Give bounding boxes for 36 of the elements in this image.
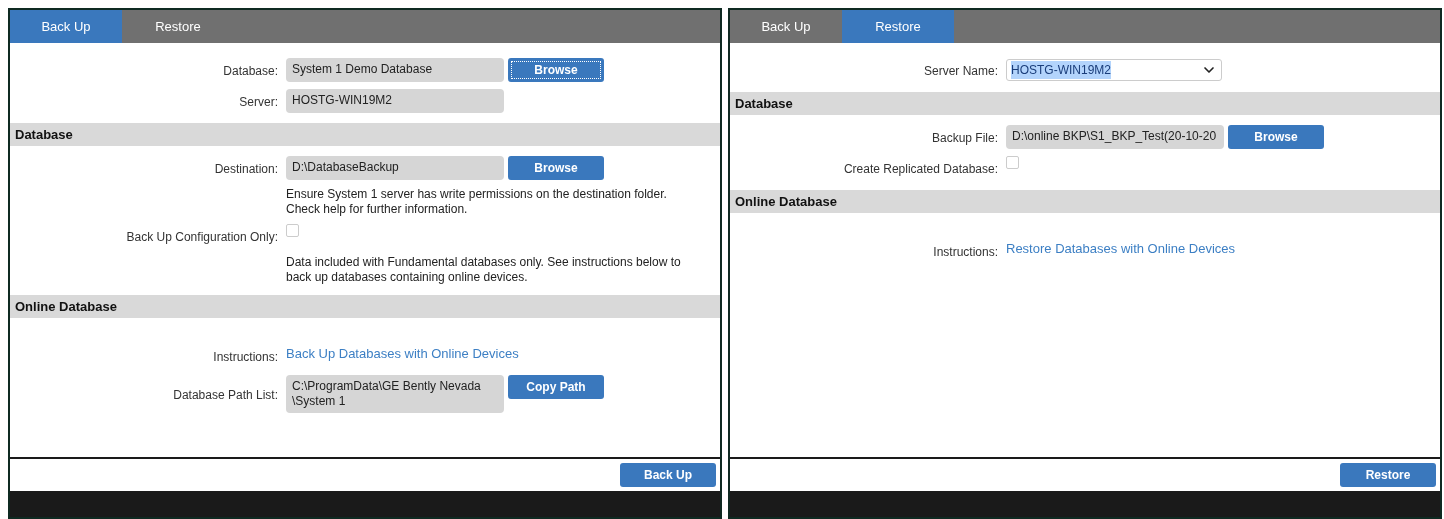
tab[interactable]: Restore xyxy=(122,10,234,43)
section-header: Online Database xyxy=(730,190,1440,213)
action-button[interactable]: Copy Path xyxy=(508,375,604,399)
checkbox[interactable] xyxy=(1006,156,1019,169)
text-field[interactable]: C:\ProgramData\GE Bently Nevada \System 1 xyxy=(286,375,504,413)
server-select[interactable]: HOSTG-WIN19M2 xyxy=(1006,59,1222,81)
field-label: Instructions: xyxy=(213,350,278,364)
field-label: Destination: xyxy=(214,162,278,176)
field-label: Instructions: xyxy=(933,245,998,259)
section-header: Database xyxy=(10,123,720,146)
text-field[interactable]: D:\DatabaseBackup xyxy=(286,156,504,180)
instructions-link[interactable]: Back Up Databases with Online Devices xyxy=(286,344,519,364)
instructions-link[interactable]: Restore Databases with Online Devices xyxy=(1006,239,1236,259)
checkbox[interactable] xyxy=(286,224,299,237)
primary-button[interactable]: Back Up xyxy=(620,463,716,487)
tab[interactable]: Back Up xyxy=(730,10,842,43)
action-button[interactable]: Browse xyxy=(1228,125,1324,149)
help-text: Data included with Fundamental databases only. See instructions below to back up databases containing online devices. xyxy=(286,255,681,285)
section-header: Online Database xyxy=(10,295,720,318)
text-field[interactable]: System 1 Demo Database xyxy=(286,58,504,82)
field-label: Server: xyxy=(239,95,278,109)
field-label: Database: xyxy=(223,64,278,78)
primary-button[interactable]: Restore xyxy=(1340,463,1436,487)
field-label: Backup File: xyxy=(931,131,998,145)
help-text: Ensure System 1 server has write permissions on the destination folder. Check help for further information. xyxy=(286,187,667,217)
tab[interactable]: Back Up xyxy=(10,10,122,43)
action-button[interactable]: Browse xyxy=(508,58,604,82)
section-header: Database xyxy=(730,92,1440,115)
text-field[interactable]: D:\online BKP\S1_BKP_Test(20-10-20 xyxy=(1006,125,1224,149)
field-label: Back Up Configuration Only: xyxy=(126,230,278,244)
text-field[interactable]: HOSTG-WIN19M2 xyxy=(286,89,504,113)
field-label: Create Replicated Database: xyxy=(843,162,998,176)
field-label: Server Name: xyxy=(923,64,998,78)
tab[interactable]: Restore xyxy=(842,10,954,43)
field-label: Database Path List: xyxy=(173,388,278,402)
action-button[interactable]: Browse xyxy=(508,156,604,180)
